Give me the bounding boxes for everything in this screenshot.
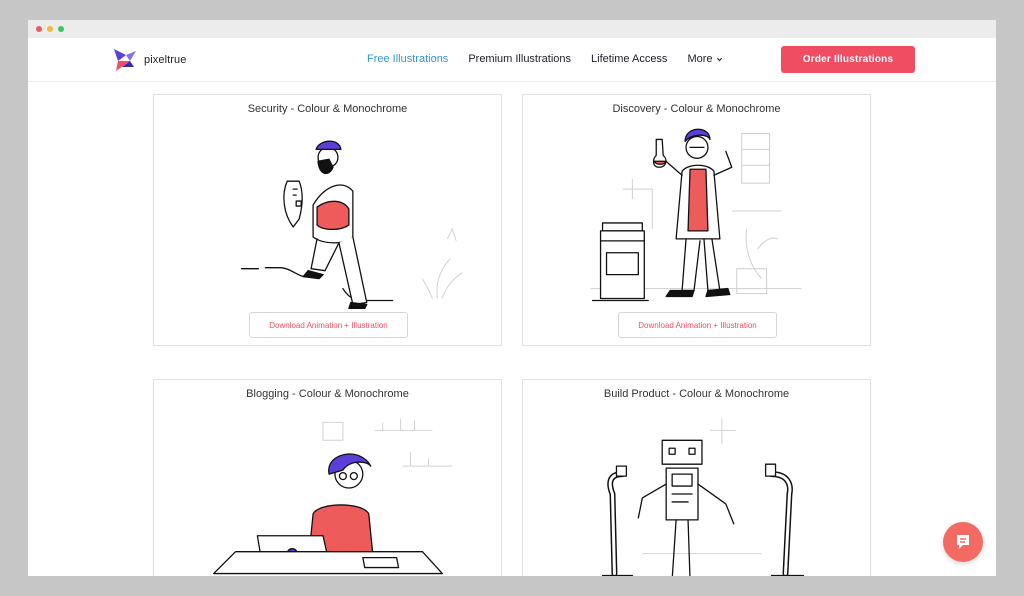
browser-window: pixeltrue Free Illustrations Premium Ill… bbox=[28, 20, 996, 576]
discovery-illustration bbox=[590, 128, 802, 302]
download-button[interactable]: Download Animation + Illustration bbox=[249, 312, 408, 338]
site-header: pixeltrue Free Illustrations Premium Ill… bbox=[28, 38, 996, 82]
nav-free-illustrations[interactable]: Free Illustrations bbox=[367, 53, 448, 65]
maximize-window-dot[interactable] bbox=[58, 26, 64, 32]
chat-widget-button[interactable] bbox=[943, 522, 983, 562]
minimize-window-dot[interactable] bbox=[47, 26, 53, 32]
card-blogging: Blogging - Colour & Monochrome bbox=[153, 379, 502, 576]
chevron-down-icon bbox=[716, 57, 722, 61]
main-nav: Free Illustrations Premium Illustrations… bbox=[367, 53, 743, 65]
order-illustrations-button[interactable]: Order Illustrations bbox=[781, 46, 915, 73]
nav-lifetime-access[interactable]: Lifetime Access bbox=[591, 53, 667, 65]
brand-name: pixeltrue bbox=[144, 54, 187, 66]
blogging-illustration bbox=[213, 418, 453, 575]
build-product-illustration bbox=[601, 418, 805, 576]
chat-bubble-icon bbox=[957, 535, 969, 549]
window-titlebar bbox=[28, 20, 996, 38]
security-illustration bbox=[240, 140, 463, 309]
nav-more-label: More bbox=[687, 53, 713, 65]
card-title: Build Product - Colour & Monochrome bbox=[603, 388, 790, 400]
card-build-product: Build Product - Colour & Monochrome bbox=[522, 379, 871, 576]
card-security: Security - Colour & Monochrome Download … bbox=[153, 94, 502, 346]
nav-more-dropdown[interactable]: More bbox=[687, 53, 722, 65]
download-button[interactable]: Download Animation + Illustration bbox=[618, 312, 777, 338]
card-title: Security - Colour & Monochrome bbox=[247, 103, 408, 115]
pixeltrue-logo-icon bbox=[114, 49, 136, 71]
close-window-dot[interactable] bbox=[36, 26, 42, 32]
card-title: Discovery - Colour & Monochrome bbox=[612, 103, 781, 115]
brand-logo[interactable]: pixeltrue bbox=[112, 47, 186, 73]
nav-premium-illustrations[interactable]: Premium Illustrations bbox=[468, 53, 571, 65]
card-title: Blogging - Colour & Monochrome bbox=[246, 388, 409, 400]
card-discovery: Discovery - Colour & Monochrome Download… bbox=[522, 94, 871, 346]
